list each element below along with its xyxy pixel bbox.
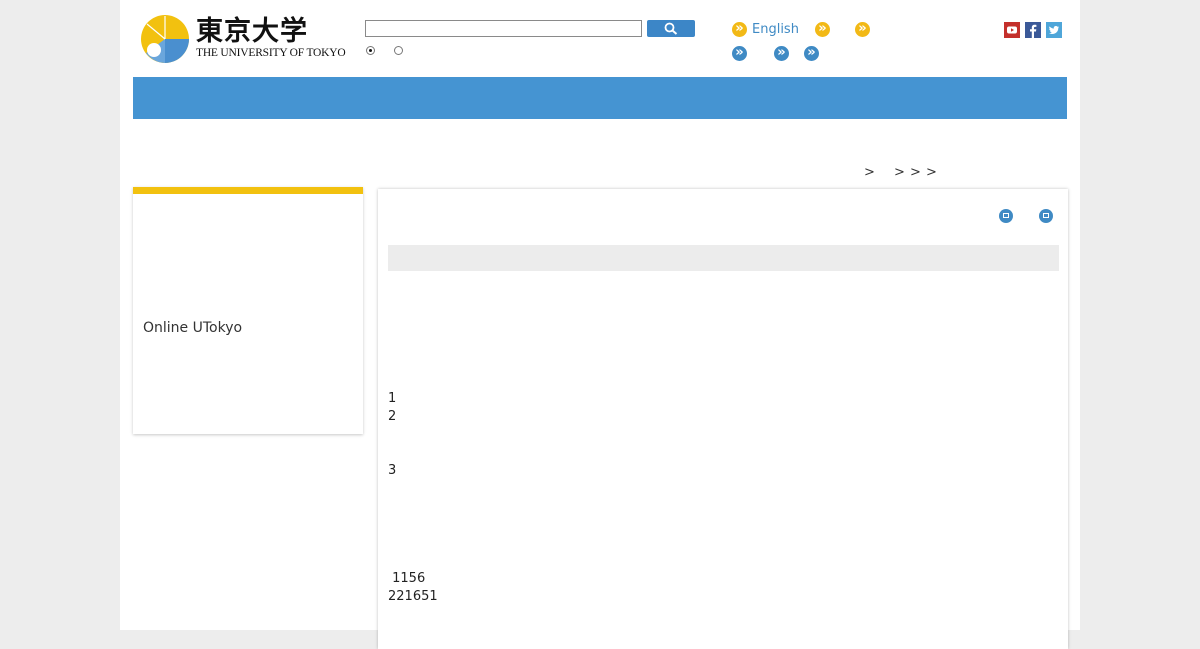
- content-line: 3: [388, 463, 397, 478]
- search-scope-radio-web[interactable]: [394, 46, 403, 55]
- breadcrumb-separator: >: [910, 165, 921, 180]
- logo-english-text: THE UNIVERSITY OF TOKYO: [196, 47, 346, 59]
- twitter-bird-icon: [1049, 26, 1059, 35]
- search-button[interactable]: [647, 20, 695, 37]
- sidebar: Online UTokyo: [133, 187, 363, 434]
- utility-link-4[interactable]: [732, 44, 752, 62]
- chevron-right-icon: [732, 20, 747, 38]
- twitter-icon[interactable]: [1046, 22, 1062, 38]
- ginkgo-emblem-icon: [141, 15, 189, 63]
- utility-link-2[interactable]: [815, 20, 835, 38]
- content-line: 2: [388, 409, 397, 424]
- main-content: 1 2 3 1156 221651: [378, 189, 1068, 649]
- chevron-right-icon: [774, 44, 789, 62]
- chevron-right-icon: [804, 44, 819, 62]
- youtube-icon[interactable]: [1004, 22, 1020, 38]
- university-logo[interactable]: 東京大学 THE UNIVERSITY OF TOKYO: [140, 14, 346, 66]
- utility-link-3[interactable]: [855, 20, 875, 38]
- search-icon: [664, 22, 678, 35]
- print-icon-secondary[interactable]: [1039, 209, 1053, 223]
- search-input[interactable]: [365, 20, 642, 37]
- breadcrumb-separator: >: [864, 165, 875, 180]
- utility-link-5[interactable]: [774, 44, 794, 62]
- logo-japanese-text: 東京大学: [196, 16, 308, 47]
- content-line: 1156: [388, 571, 426, 586]
- utility-link-6[interactable]: [804, 44, 824, 62]
- facebook-f-icon: [1030, 24, 1037, 38]
- breadcrumb-separator: >: [894, 165, 905, 180]
- content-line: 1: [388, 391, 397, 406]
- sidebar-link-online-utokyo[interactable]: Online UTokyo: [143, 320, 242, 336]
- utility-link-english[interactable]: English: [732, 20, 799, 38]
- content-line: 221651: [388, 589, 438, 604]
- utility-link-label: English: [752, 22, 799, 37]
- chevron-right-icon: [815, 20, 830, 38]
- breadcrumb-separator: >: [926, 165, 937, 180]
- facebook-icon[interactable]: [1025, 22, 1041, 38]
- chevron-right-icon: [855, 20, 870, 38]
- page: 東京大学 THE UNIVERSITY OF TOKYO English: [120, 0, 1080, 649]
- page-title-band: [388, 245, 1059, 271]
- global-nav-bar: [133, 77, 1067, 119]
- chevron-right-icon: [732, 44, 747, 62]
- search-scope-radio-site[interactable]: [366, 46, 375, 55]
- print-icon[interactable]: [999, 209, 1013, 223]
- youtube-play-icon: [1007, 26, 1017, 34]
